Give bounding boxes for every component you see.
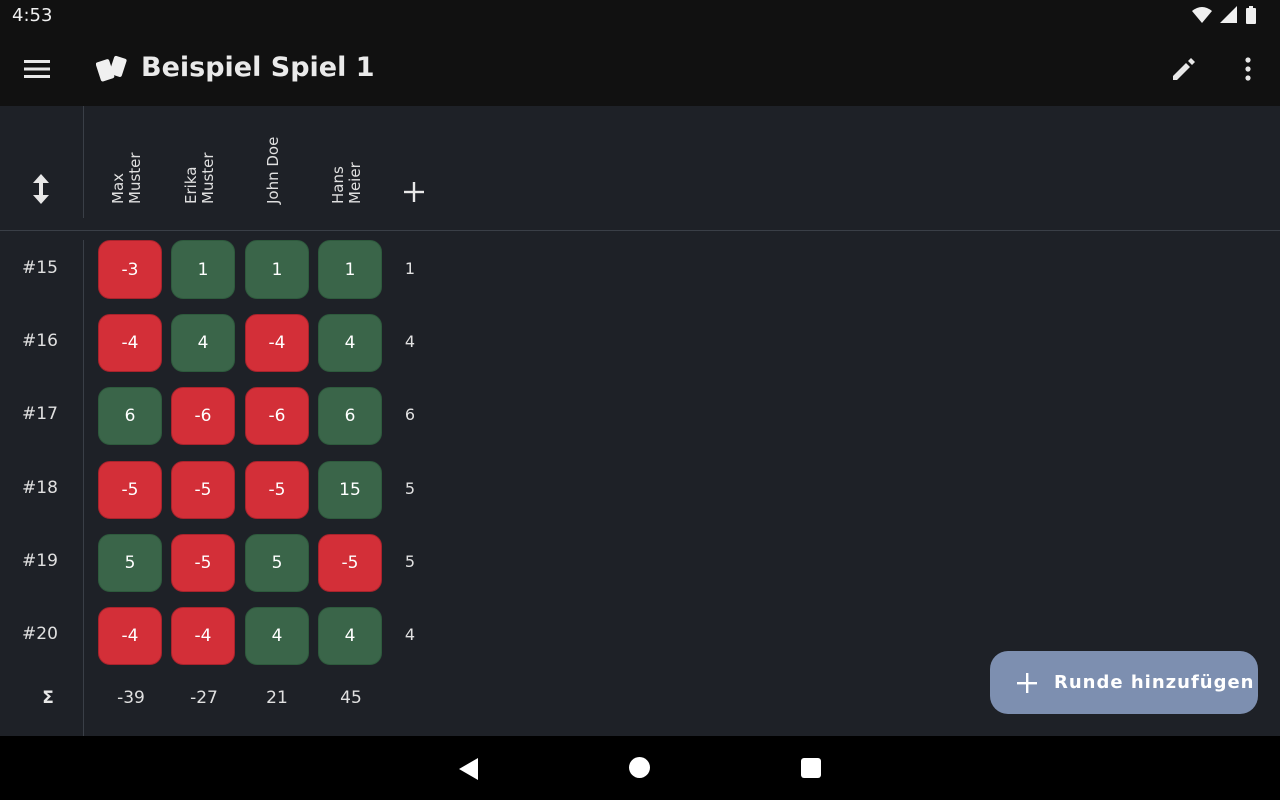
status-bar: 4:53 <box>0 0 1280 32</box>
back-icon[interactable] <box>458 757 480 781</box>
score-cell[interactable]: 4 <box>171 314 235 372</box>
round-value: 6 <box>404 405 416 424</box>
sum-label: Σ <box>42 688 54 708</box>
player-name[interactable]: John Doe <box>264 124 305 204</box>
players-header: Max Muster Erika Muster John Doe Hans Me… <box>0 106 1280 231</box>
player-total: -39 <box>117 688 145 708</box>
score-cell[interactable]: 1 <box>318 240 382 299</box>
player-total: -27 <box>190 688 218 708</box>
home-icon[interactable] <box>629 757 650 778</box>
recents-icon[interactable] <box>801 758 821 778</box>
cards-logo-icon <box>96 55 127 82</box>
score-cell[interactable]: -3 <box>98 240 162 299</box>
status-time: 4:53 <box>12 5 53 26</box>
score-cell[interactable]: 15 <box>318 461 382 519</box>
score-cell[interactable]: -5 <box>98 461 162 519</box>
score-cell[interactable]: -4 <box>98 607 162 665</box>
score-cell[interactable]: 5 <box>98 534 162 592</box>
player-name[interactable]: Hans Meier <box>329 124 370 204</box>
edit-icon[interactable] <box>1170 55 1198 83</box>
sort-icon[interactable] <box>28 172 54 206</box>
player-name[interactable]: Erika Muster <box>182 124 223 204</box>
score-cell[interactable]: -4 <box>98 314 162 372</box>
add-player-icon[interactable] <box>401 179 427 205</box>
score-cell[interactable]: -5 <box>171 461 235 519</box>
round-label[interactable]: #15 <box>0 258 80 278</box>
add-icon <box>1017 672 1037 693</box>
add-round-button[interactable]: Runde hinzufügen <box>990 651 1258 714</box>
signal-icon <box>1220 6 1237 23</box>
round-label[interactable]: #20 <box>0 624 80 644</box>
player-total: 21 <box>266 688 288 708</box>
score-cell[interactable]: -5 <box>245 461 309 519</box>
round-label[interactable]: #18 <box>0 478 80 498</box>
score-cell[interactable]: 1 <box>171 240 235 299</box>
round-label[interactable]: #16 <box>0 331 80 351</box>
rounds-divider <box>83 240 84 736</box>
score-cell[interactable]: -4 <box>245 314 309 372</box>
page-title: Beispiel Spiel 1 <box>141 52 375 83</box>
more-vert-icon[interactable] <box>1236 55 1260 83</box>
add-round-label: Runde hinzufügen <box>1054 672 1255 693</box>
score-cell[interactable]: 6 <box>98 387 162 445</box>
round-value: 5 <box>404 479 416 498</box>
score-cell[interactable]: 1 <box>245 240 309 299</box>
round-label[interactable]: #17 <box>0 404 80 424</box>
score-cell[interactable]: 4 <box>318 314 382 372</box>
score-cell[interactable]: -5 <box>171 534 235 592</box>
player-total: 45 <box>340 688 362 708</box>
score-cell[interactable]: 4 <box>245 607 309 665</box>
round-value: 1 <box>404 259 416 278</box>
score-cell[interactable]: 6 <box>318 387 382 445</box>
player-name[interactable]: Max Muster <box>109 124 150 204</box>
score-cell[interactable]: -4 <box>171 607 235 665</box>
round-label[interactable]: #19 <box>0 551 80 571</box>
header-divider <box>83 106 84 218</box>
score-cell[interactable]: 5 <box>245 534 309 592</box>
round-value: 4 <box>404 332 416 351</box>
score-cell[interactable]: -6 <box>171 387 235 445</box>
round-value: 4 <box>404 625 416 644</box>
battery-icon <box>1246 6 1256 24</box>
system-nav-bar <box>0 736 1280 800</box>
menu-icon[interactable] <box>23 55 51 83</box>
wifi-icon <box>1192 7 1212 23</box>
app-bar: Beispiel Spiel 1 <box>0 32 1280 106</box>
score-cell[interactable]: 4 <box>318 607 382 665</box>
score-cell[interactable]: -6 <box>245 387 309 445</box>
round-value: 5 <box>404 552 416 571</box>
score-cell[interactable]: -5 <box>318 534 382 592</box>
